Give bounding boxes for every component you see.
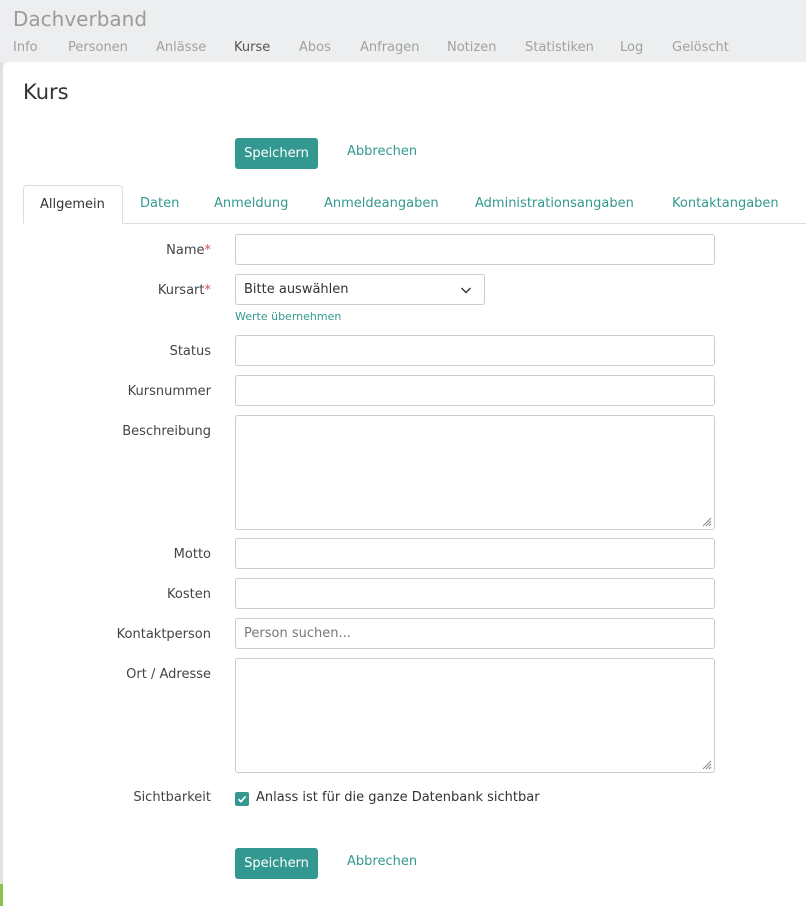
- required-mark: *: [204, 243, 212, 258]
- chevron-down-icon: [461, 287, 471, 294]
- required-mark: *: [204, 283, 212, 298]
- nav-item-geloescht[interactable]: Gelöscht: [672, 40, 729, 55]
- ort-label: Ort / Adresse: [126, 667, 211, 682]
- kursart-selected-value: Bitte auswählen: [244, 282, 349, 297]
- name-label-text: Name: [166, 243, 205, 258]
- motto-label: Motto: [173, 547, 211, 562]
- werte-uebernehmen-link[interactable]: Werte übernehmen: [235, 310, 341, 323]
- tab-anmeldung[interactable]: Anmeldung: [214, 185, 288, 224]
- resize-handle-icon[interactable]: [702, 760, 712, 770]
- checkmark-icon: [237, 795, 247, 803]
- ort-textarea[interactable]: [235, 658, 715, 773]
- status-label: Status: [169, 344, 211, 359]
- kontaktperson-label: Kontaktperson: [116, 627, 211, 642]
- name-input[interactable]: [235, 234, 715, 265]
- kursart-select[interactable]: Bitte auswählen: [235, 274, 485, 305]
- tab-anmeldeangaben[interactable]: Anmeldeangaben: [324, 185, 439, 224]
- kursnummer-input[interactable]: [235, 375, 715, 406]
- motto-input[interactable]: [235, 538, 715, 569]
- kosten-input[interactable]: [235, 578, 715, 609]
- tab-allgemein[interactable]: Allgemein: [23, 185, 123, 224]
- nav-item-abos[interactable]: Abos: [299, 40, 331, 55]
- nav-item-kurse[interactable]: Kurse: [234, 40, 270, 55]
- name-label: Name*: [166, 243, 211, 258]
- nav-item-anlaesse[interactable]: Anlässe: [156, 40, 206, 55]
- save-button-bottom[interactable]: Speichern: [235, 848, 318, 879]
- kosten-label: Kosten: [167, 587, 211, 602]
- cancel-link-bottom[interactable]: Abbrechen: [347, 854, 417, 869]
- status-input[interactable]: [235, 335, 715, 366]
- nav-item-log[interactable]: Log: [620, 40, 643, 55]
- save-button-top[interactable]: Speichern: [235, 138, 318, 169]
- nav-item-statistiken[interactable]: Statistiken: [525, 40, 594, 55]
- sichtbarkeit-label: Sichtbarkeit: [133, 790, 211, 805]
- tab-kontaktangaben[interactable]: Kontaktangaben: [672, 185, 779, 224]
- kursart-label-text: Kursart: [157, 283, 205, 298]
- app-header: Dachverband Info Personen Anlässe Kurse …: [0, 0, 806, 62]
- kursnummer-label: Kursnummer: [127, 384, 211, 399]
- group-title: Dachverband: [13, 7, 148, 31]
- cancel-link-top[interactable]: Abbrechen: [347, 144, 417, 159]
- nav-item-notizen[interactable]: Notizen: [447, 40, 496, 55]
- tab-administrationsangaben[interactable]: Administrationsangaben: [475, 185, 634, 224]
- nav-item-anfragen[interactable]: Anfragen: [360, 40, 420, 55]
- beschreibung-label: Beschreibung: [122, 424, 211, 439]
- page-title: Kurs: [23, 80, 69, 104]
- tab-daten[interactable]: Daten: [140, 185, 179, 224]
- beschreibung-textarea[interactable]: [235, 415, 715, 530]
- nav-item-personen[interactable]: Personen: [68, 40, 128, 55]
- sichtbarkeit-checkbox[interactable]: [235, 792, 249, 806]
- nav-item-info[interactable]: Info: [13, 40, 38, 55]
- resize-handle-icon[interactable]: [702, 517, 712, 527]
- main-nav: Info Personen Anlässe Kurse Abos Anfrage…: [0, 40, 806, 58]
- kursart-label: Kursart*: [158, 283, 211, 298]
- sichtbarkeit-checkbox-label[interactable]: Anlass ist für die ganze Datenbank sicht…: [256, 790, 540, 805]
- form-tabs: Allgemein Daten Anmeldung Anmeldeangaben…: [23, 185, 806, 224]
- kontaktperson-input[interactable]: [235, 618, 715, 649]
- content-panel: Kurs Speichern Abbrechen Allgemein Daten…: [3, 62, 806, 906]
